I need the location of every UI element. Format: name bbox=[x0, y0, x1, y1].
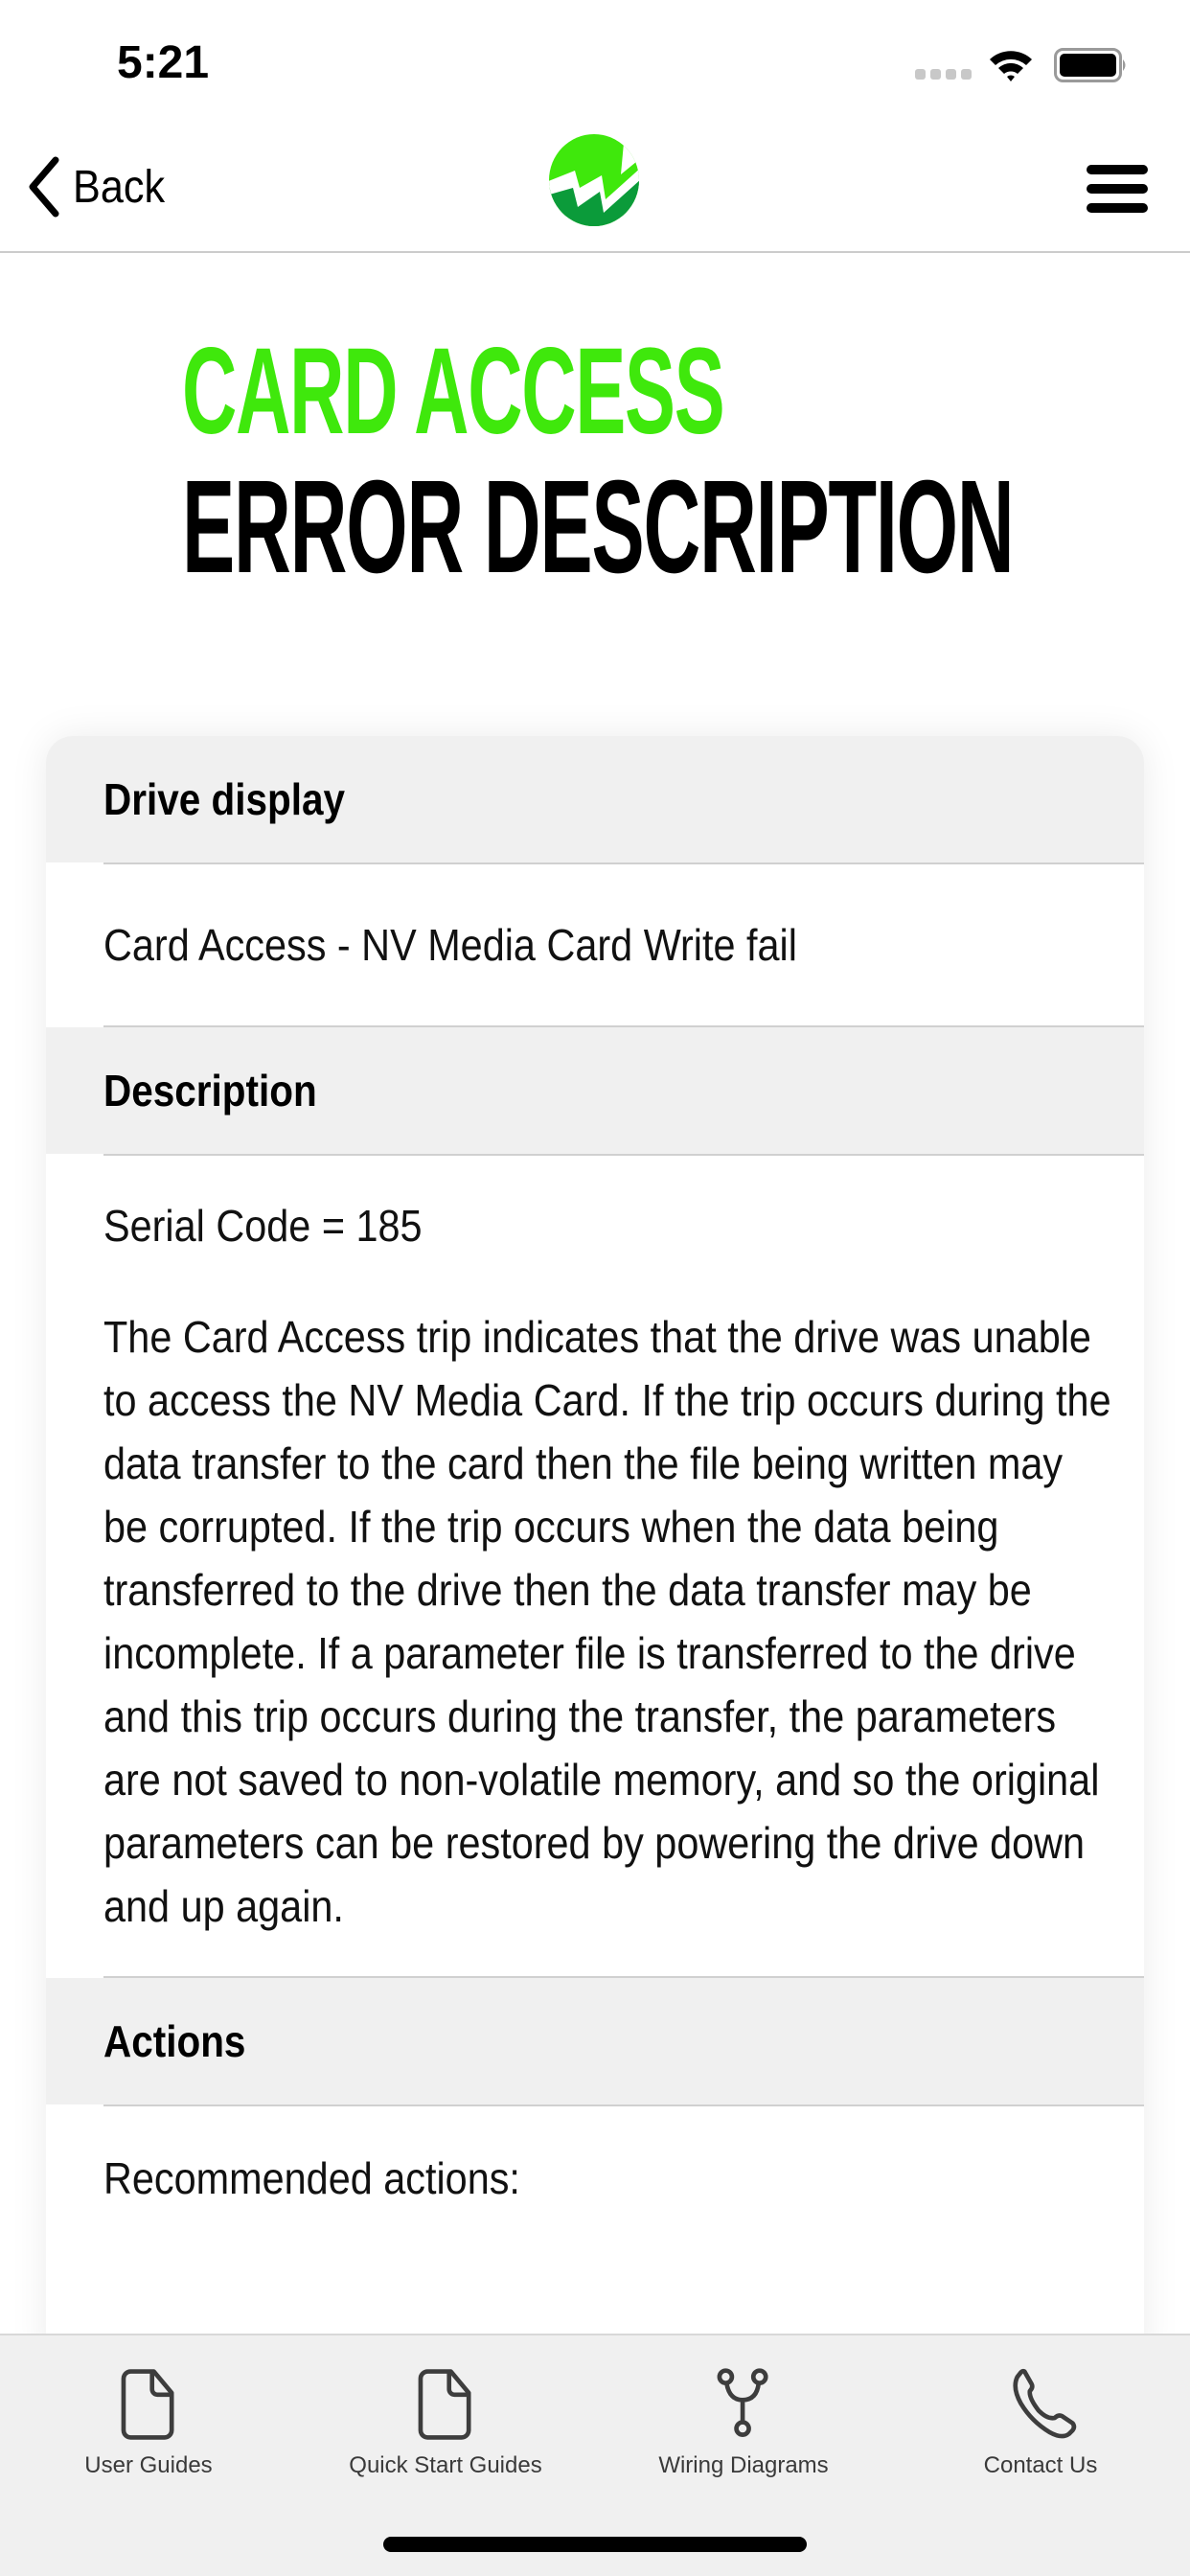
back-button[interactable]: Back bbox=[25, 153, 175, 220]
error-detail-card: Drive display Card Access - NV Media Car… bbox=[46, 736, 1144, 2365]
document-icon bbox=[418, 2369, 471, 2440]
status-bar: 5:21 bbox=[0, 0, 1190, 125]
wifi-icon bbox=[990, 51, 1032, 81]
battery-icon bbox=[1054, 48, 1126, 82]
tab-label: Contact Us bbox=[983, 2452, 1098, 2478]
actions-body: Recommended actions: bbox=[46, 2106, 1144, 2260]
brand-logo[interactable] bbox=[546, 132, 642, 228]
tab-contact-us[interactable]: Contact Us bbox=[921, 2345, 1160, 2479]
tab-wiring-diagrams[interactable]: Wiring Diagrams bbox=[624, 2345, 863, 2479]
tab-quick-start-guides[interactable]: Quick Start Guides bbox=[326, 2345, 565, 2479]
wiring-icon bbox=[717, 2368, 768, 2437]
drive-display-text: Card Access - NV Media Card Write fail bbox=[103, 920, 797, 970]
document-icon bbox=[121, 2369, 174, 2440]
recommended-actions-text: Recommended actions: bbox=[103, 2153, 520, 2203]
tab-label: Quick Start Guides bbox=[349, 2452, 542, 2478]
serial-code: Serial Code = 185 bbox=[103, 1201, 423, 1251]
nav-bar: Back bbox=[0, 125, 1190, 253]
section-header-actions: Actions bbox=[46, 1978, 1144, 2104]
phone-icon bbox=[1013, 2368, 1077, 2439]
tab-label: Wiring Diagrams bbox=[658, 2452, 829, 2478]
back-label: Back bbox=[73, 161, 166, 213]
drive-display-value: Card Access - NV Media Card Write fail bbox=[46, 864, 1144, 1025]
section-header-label: Drive display bbox=[103, 774, 345, 824]
status-time: 5:21 bbox=[117, 37, 210, 88]
hamburger-menu-icon[interactable] bbox=[1087, 165, 1148, 213]
description-paragraph: The Card Access trip indicates that the … bbox=[103, 1312, 1111, 1931]
tab-user-guides[interactable]: User Guides bbox=[29, 2345, 268, 2479]
section-header-drive-display: Drive display bbox=[46, 736, 1144, 862]
section-header-label: Actions bbox=[103, 2016, 246, 2066]
tab-label: User Guides bbox=[84, 2452, 213, 2478]
title-error-name: CARD ACCESS bbox=[182, 323, 725, 460]
section-header-description: Description bbox=[46, 1027, 1144, 1154]
title-subtitle: ERROR DESCRIPTION bbox=[182, 453, 1015, 601]
page-title: CARD ACCESS ERROR DESCRIPTION bbox=[182, 323, 1190, 601]
chevron-left-icon bbox=[29, 156, 59, 218]
section-header-label: Description bbox=[103, 1066, 317, 1116]
home-indicator[interactable] bbox=[383, 2537, 807, 2552]
description-body: Serial Code = 185 The Card Access trip i… bbox=[46, 1156, 1144, 1976]
signal-icon bbox=[915, 69, 972, 80]
